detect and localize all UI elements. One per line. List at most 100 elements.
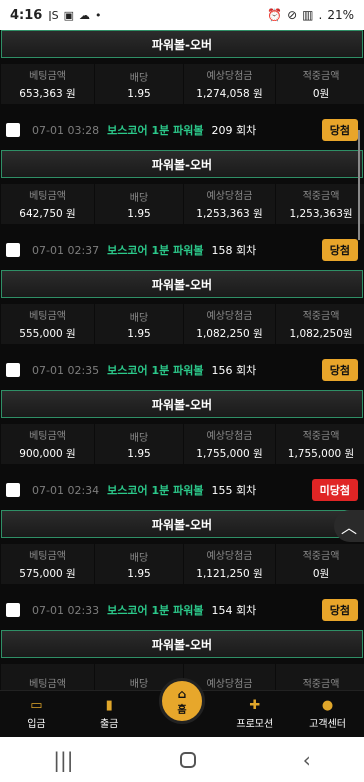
bet-stats: 베팅금액 653,363 원 배당 1.95 예상당첨금 1,274,058 원 적중… xyxy=(1,64,364,104)
card-icon: ▭ xyxy=(30,698,43,713)
bet-history-list[interactable]: 파워볼-오버 베팅금액 653,363 원 배당 1.95 예상당첨금 1,274,0… xyxy=(0,30,364,690)
result-badge: 당첨 xyxy=(321,599,358,621)
won-label: 적중금액 xyxy=(302,191,340,202)
expected-label: 예상당첨금 xyxy=(206,431,253,442)
bet-row: 07-01 02:33 보스코어 1분 파워볼 154 회차 당첨 xyxy=(0,590,364,630)
bet-row: 07-01 02:35 보스코어 1분 파워볼 156 회차 당첨 xyxy=(0,350,364,390)
status-time: 4:16 xyxy=(10,7,43,23)
nav-support[interactable]: ● 고객센터 xyxy=(291,691,364,737)
expected-value: 1,121,250 원 xyxy=(196,568,263,580)
expected-value: 1,082,250 원 xyxy=(196,328,263,340)
bet-row: 07-01 03:28 보스코어 1분 파워볼 209 회차 당첨 xyxy=(0,110,364,150)
bet-amount: 653,363 원 xyxy=(19,88,76,100)
nav-withdraw-label: 출금 xyxy=(99,719,119,730)
bet-stats: 베팅금액 575,000 원 배당 1.95 예상당첨금 1,121,250 원 적중… xyxy=(1,544,364,584)
won-label: 적중금액 xyxy=(302,71,340,82)
won-label: 적중금액 xyxy=(302,551,340,562)
odds-label: 배당 xyxy=(129,72,149,84)
expected-label: 예상당첨금 xyxy=(206,191,253,202)
mute-icon: ⊘ xyxy=(287,8,298,22)
system-nav-bar: ||| ‹ xyxy=(0,737,364,782)
game-name: 보스코어 1분 파워볼 xyxy=(107,244,204,257)
signal-icon: . xyxy=(318,8,323,22)
cloud-icon: ☁ xyxy=(78,8,90,22)
round-number: 158 회차 xyxy=(211,244,257,257)
back-icon[interactable]: ‹ xyxy=(303,748,311,772)
bet-amount: 900,000 원 xyxy=(19,448,76,460)
result-badge: 당첨 xyxy=(321,119,358,141)
pick-label: 파워볼-오버 xyxy=(1,150,363,178)
result-badge: 미당첨 xyxy=(311,479,358,501)
bet-date: 07-01 02:37 xyxy=(32,243,100,257)
status-right: ⏰ ⊘ ▥ . 21% xyxy=(267,8,354,22)
round-number: 154 회차 xyxy=(211,604,257,617)
game-name: 보스코어 1분 파워볼 xyxy=(107,484,204,497)
odds-label: 배당 xyxy=(129,312,149,324)
won-value: 1,253,363원 xyxy=(289,208,353,220)
bet-amount-label: 베팅금액 xyxy=(29,311,66,322)
bet-amount-label: 베팅금액 xyxy=(29,678,66,690)
expected-value: 1,755,000 원 xyxy=(196,448,263,460)
bet-amount: 642,750 원 xyxy=(19,208,76,220)
bet-amount-label: 베팅금액 xyxy=(29,191,66,202)
expected-label: 예상당첨금 xyxy=(206,678,253,690)
pick-label: 파워볼-오버 xyxy=(1,270,363,298)
expected-label: 예상당첨금 xyxy=(206,71,253,82)
gallery-icon: ▣ xyxy=(63,8,74,22)
nav-home-button[interactable]: ⌂ 홈 xyxy=(159,678,205,724)
pick-label: 파워볼-오버 xyxy=(1,510,363,538)
odds-value: 1.95 xyxy=(127,87,151,100)
status-bar: 4:16 ǀS ▣ ☁ • ⏰ ⊘ ▥ . 21% xyxy=(0,0,364,30)
round-number: 155 회차 xyxy=(211,484,257,497)
bet-amount-label: 베팅금액 xyxy=(29,551,66,562)
odds-label: 배당 xyxy=(129,552,149,564)
recent-apps-icon[interactable]: ||| xyxy=(53,748,73,772)
round-number: 209 회차 xyxy=(211,124,257,137)
odds-label: 배당 xyxy=(129,192,149,204)
result-badge: 당첨 xyxy=(321,359,358,381)
won-value: 0원 xyxy=(312,568,330,580)
system-home-icon[interactable] xyxy=(180,751,197,768)
won-label: 적중금액 xyxy=(302,311,340,322)
bet-row: 07-01 02:37 보스코어 1분 파워볼 158 회차 당첨 xyxy=(0,230,364,270)
won-value: 1,755,000 원 xyxy=(287,448,355,460)
bet-date: 07-01 02:34 xyxy=(32,483,100,497)
bet-stats: 베팅금액 642,750 원 배당 1.95 예상당첨금 1,253,363 원 적중… xyxy=(1,184,364,224)
nav-deposit[interactable]: ▭ 입금 xyxy=(0,691,73,737)
select-checkbox[interactable] xyxy=(6,123,20,137)
select-checkbox[interactable] xyxy=(6,603,20,617)
bet-amount: 575,000 원 xyxy=(19,568,76,580)
bet-stats: 베팅금액 555,000 원 배당 1.95 예상당첨금 1,082,250 원 적중… xyxy=(1,304,364,344)
wifi-icon: ▥ xyxy=(302,8,314,22)
bet-amount-label: 베팅금액 xyxy=(29,431,66,442)
pick-label: 파워볼-오버 xyxy=(1,30,363,58)
odds-value: 1.95 xyxy=(127,327,151,340)
select-checkbox[interactable] xyxy=(6,363,20,377)
expected-value: 1,253,363 원 xyxy=(196,208,263,220)
nav-withdraw[interactable]: ▮ 출금 xyxy=(73,691,146,737)
bet-date: 07-01 03:28 xyxy=(32,123,100,137)
bet-amount: 555,000 원 xyxy=(19,328,76,340)
gift-icon: ✚ xyxy=(249,698,261,713)
nav-promotion[interactable]: ✚ 프로모션 xyxy=(218,691,291,737)
alarm-icon: ⏰ xyxy=(267,8,283,22)
battery-level: 21% xyxy=(327,8,354,22)
select-checkbox[interactable] xyxy=(6,483,20,497)
pick-label: 파워볼-오버 xyxy=(1,390,363,418)
scrollbar[interactable] xyxy=(358,130,360,240)
won-label: 적중금액 xyxy=(302,678,340,690)
odds-value: 1.95 xyxy=(127,567,151,580)
select-checkbox[interactable] xyxy=(6,243,20,257)
round-number: 156 회차 xyxy=(211,364,257,377)
wallet-icon: ▮ xyxy=(105,698,113,713)
odds-value: 1.95 xyxy=(127,447,151,460)
nav-support-label: 고객센터 xyxy=(309,719,346,730)
status-icons: ǀS ▣ ☁ • xyxy=(48,9,101,22)
scroll-top-button[interactable]: ︿ xyxy=(334,510,364,542)
home-icon: ⌂ xyxy=(177,686,187,701)
won-value: 0원 xyxy=(312,88,330,100)
nav-promotion-label: 프로모션 xyxy=(236,719,274,730)
bet-stats: 베팅금액 900,000 원 배당 1.95 예상당첨금 1,755,000 원 적중… xyxy=(1,424,364,464)
won-label: 적중금액 xyxy=(302,431,340,442)
game-name: 보스코어 1분 파워볼 xyxy=(107,124,204,137)
